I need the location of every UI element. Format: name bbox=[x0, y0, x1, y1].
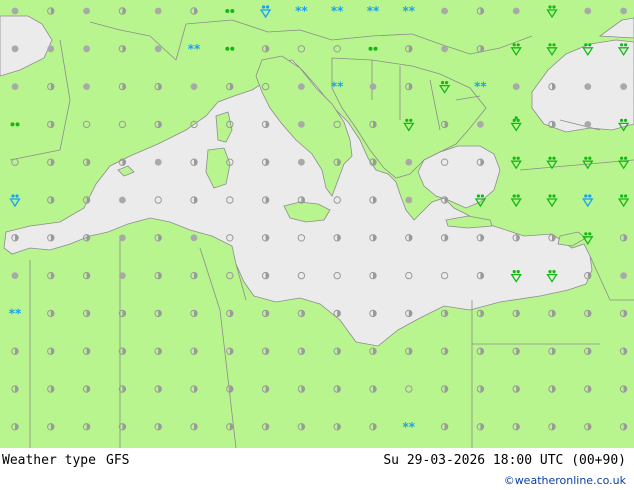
clear-dot-icon bbox=[154, 45, 162, 53]
svg-text:**: ** bbox=[331, 4, 344, 18]
svg-text:**: ** bbox=[9, 306, 22, 320]
clear-dot-icon bbox=[441, 45, 448, 53]
map-title: Weather type bbox=[2, 453, 96, 468]
clear-dot-icon bbox=[512, 7, 520, 15]
clear-dot-icon bbox=[298, 121, 305, 128]
snow-icon: ** bbox=[474, 80, 487, 94]
weather-map: ** ** ** ** ** ** ** ** ** bbox=[0, 0, 634, 448]
clear-dot-icon bbox=[119, 234, 126, 242]
snow-icon: ** bbox=[331, 4, 344, 18]
svg-text:**: ** bbox=[295, 4, 308, 18]
clear-dot-icon bbox=[83, 7, 90, 15]
clear-dot-icon bbox=[190, 83, 198, 90]
clear-dot-icon bbox=[119, 272, 126, 279]
clear-dot-icon bbox=[512, 83, 520, 90]
clear-dot-icon bbox=[11, 7, 19, 15]
clear-dot-icon bbox=[119, 196, 126, 204]
snow-icon: ** bbox=[295, 4, 308, 18]
valid-time: Su 29-03-2026 18:00 UTC (00+90) bbox=[383, 453, 626, 468]
clear-dot-icon bbox=[405, 196, 413, 204]
clear-dot-icon bbox=[298, 158, 305, 166]
clear-dot-icon bbox=[620, 83, 627, 90]
clear-dot-icon bbox=[47, 45, 55, 53]
clear-dot-icon bbox=[584, 7, 592, 15]
svg-text:**: ** bbox=[474, 80, 487, 94]
snow-shower-icon: ** bbox=[188, 42, 201, 56]
svg-text:**: ** bbox=[367, 4, 380, 18]
snow-icon: ** bbox=[9, 306, 22, 320]
clear-dot-icon bbox=[620, 7, 627, 15]
snow-icon: ** bbox=[331, 80, 344, 94]
snow-icon: ** bbox=[367, 4, 380, 18]
map-footer: Weather type GFS Su 29-03-2026 18:00 UTC… bbox=[0, 448, 634, 490]
clear-dot-icon bbox=[441, 7, 448, 15]
model-name: GFS bbox=[106, 453, 130, 468]
clear-dot-icon bbox=[405, 158, 413, 166]
credit-link[interactable]: ©weatheronline.co.uk bbox=[504, 474, 626, 487]
clear-dot-icon bbox=[620, 272, 627, 279]
clear-dot-icon bbox=[83, 83, 90, 90]
svg-text:**: ** bbox=[403, 420, 416, 434]
snow-icon: ** bbox=[403, 4, 416, 18]
clear-dot-icon bbox=[154, 158, 162, 166]
clear-dot-icon bbox=[190, 234, 198, 242]
clear-dot-icon bbox=[298, 83, 305, 90]
clear-dot-icon bbox=[154, 7, 162, 15]
svg-text:**: ** bbox=[403, 4, 416, 18]
clear-dot-icon bbox=[11, 83, 19, 90]
clear-dot-icon bbox=[11, 45, 19, 53]
svg-text:**: ** bbox=[188, 42, 201, 56]
clear-dot-icon bbox=[83, 45, 90, 53]
svg-text:**: ** bbox=[331, 80, 344, 94]
clear-dot-icon bbox=[477, 121, 484, 128]
clear-dot-icon bbox=[369, 83, 377, 90]
clear-dot-icon bbox=[584, 83, 592, 90]
clear-dot-icon bbox=[584, 121, 592, 128]
snow-icon: ** bbox=[403, 420, 416, 434]
clear-dot-icon bbox=[11, 272, 19, 279]
